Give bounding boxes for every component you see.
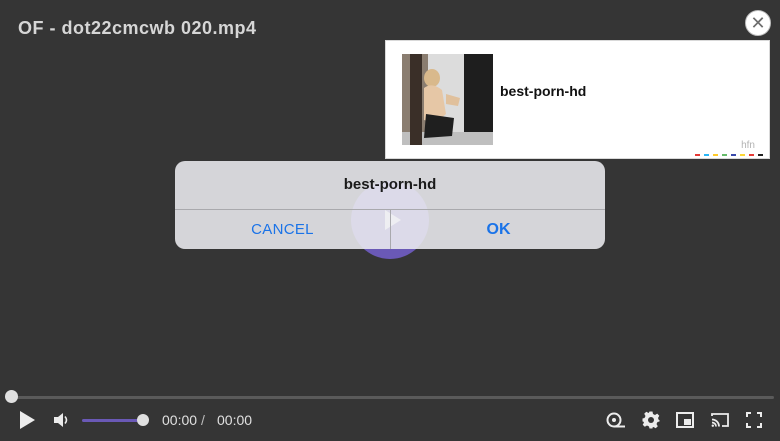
ad-color-dot bbox=[749, 154, 754, 156]
settings-button[interactable] bbox=[641, 410, 661, 430]
settings-icon bbox=[642, 411, 660, 429]
speed-icon bbox=[606, 412, 625, 428]
video-title: OF - dot22cmcwb 020.mp4 bbox=[18, 18, 257, 38]
dialog-message: best-porn-hd bbox=[343, 176, 437, 193]
play-icon bbox=[20, 411, 35, 429]
current-time: 00:00 bbox=[162, 412, 198, 428]
volume-handle[interactable] bbox=[137, 414, 149, 426]
ad-color-dot bbox=[704, 154, 709, 156]
speed-button[interactable] bbox=[606, 410, 626, 430]
ad-brand-label: hfn bbox=[741, 140, 755, 151]
cast-button[interactable] bbox=[710, 410, 730, 430]
ok-button[interactable]: OK bbox=[391, 210, 605, 249]
ad-thumbnail[interactable] bbox=[402, 54, 493, 145]
progress-handle[interactable] bbox=[5, 390, 18, 403]
picture-in-picture-icon bbox=[676, 412, 694, 428]
volume-icon bbox=[54, 413, 68, 427]
control-bar: 00:00 / 00:00 bbox=[0, 405, 780, 437]
ad-color-dot bbox=[713, 154, 718, 156]
ad-color-dot bbox=[740, 154, 745, 156]
ad-close-button[interactable]: ✕ bbox=[745, 10, 771, 36]
confirm-dialog: best-porn-hd CANCEL OK bbox=[175, 161, 605, 249]
mute-button[interactable] bbox=[52, 411, 72, 429]
time-separator: / bbox=[201, 412, 205, 428]
ad-color-dot bbox=[722, 154, 727, 156]
total-time: 00:00 bbox=[217, 412, 253, 428]
cast-icon bbox=[711, 413, 729, 427]
progress-bar[interactable] bbox=[12, 396, 774, 399]
ad-thumbnail-image bbox=[402, 54, 493, 145]
picture-in-picture-button[interactable] bbox=[675, 410, 695, 430]
ad-color-strip bbox=[695, 154, 763, 156]
close-icon: ✕ bbox=[750, 13, 766, 33]
play-button[interactable] bbox=[16, 409, 38, 431]
ad-color-dot bbox=[731, 154, 736, 156]
fullscreen-button[interactable] bbox=[744, 410, 764, 430]
cancel-button[interactable]: CANCEL bbox=[175, 210, 390, 249]
ad-title[interactable]: best-porn-hd bbox=[500, 83, 586, 99]
ad-color-dot bbox=[695, 154, 700, 156]
fullscreen-icon bbox=[746, 412, 762, 428]
ad-color-dot bbox=[758, 154, 763, 156]
ad-card[interactable]: best-porn-hd hfn bbox=[385, 40, 770, 159]
